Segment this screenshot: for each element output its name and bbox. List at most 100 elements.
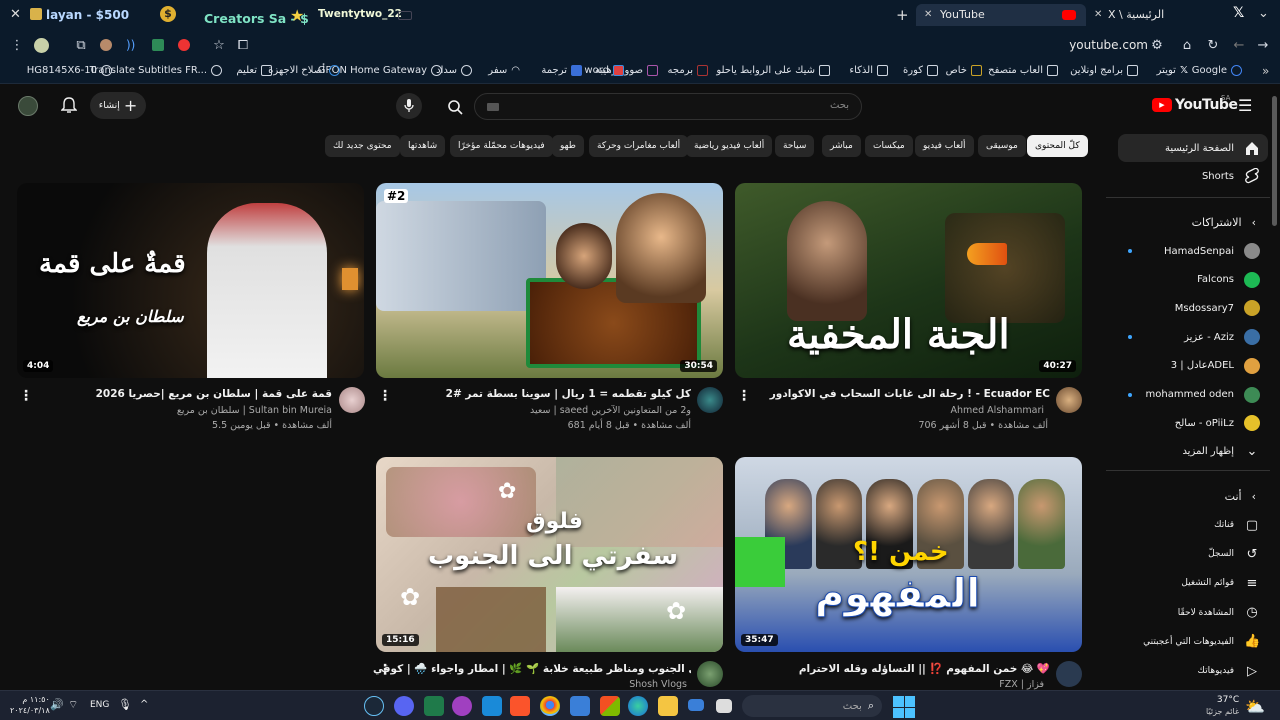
app-icon[interactable] (452, 696, 472, 716)
extensions-icon[interactable]: ⧉ (70, 34, 92, 56)
bookmark-folder[interactable]: خاص (946, 65, 982, 76)
chevron-down-icon[interactable]: ⌄ (1258, 6, 1269, 21)
video-thumbnail[interactable]: #2 30:54 (376, 183, 723, 378)
clock[interactable]: ١١:٥٠ م ٢٠٢٤/٠٣/١٨ (10, 694, 50, 716)
more-options-icon[interactable]: ⋮ (378, 388, 392, 404)
chip[interactable]: محتوى جديد لك (325, 135, 400, 157)
menu-dots-icon[interactable]: ⋮ (6, 34, 28, 56)
bookmark-folder[interactable]: الذكاء (849, 65, 888, 76)
channel-name[interactable]: FZX | فزاز (999, 679, 1044, 690)
voice-search-button[interactable] (396, 93, 422, 119)
extension-green-icon[interactable] (152, 39, 164, 51)
video-title[interactable]: سفرتي الى الجنوب ومناظر طبيعة خلابة 🌱 🌿 … (373, 662, 691, 675)
task-view-icon[interactable] (716, 699, 732, 713)
wifi-extension-icon[interactable]: )) (126, 38, 135, 52)
bookmark-hg[interactable]: HG8145X6-10 (27, 65, 112, 76)
steam-icon[interactable] (364, 696, 384, 716)
bookmark-star-icon[interactable]: ☆ (208, 34, 230, 56)
show-more-button[interactable]: إظهار المزيد ⌄ (1182, 437, 1260, 465)
sidebar-item-you[interactable]: قناتك ▢ (1214, 511, 1260, 539)
weather-widget[interactable]: 37°C غائم جزئيًا ⛅ (1206, 695, 1265, 717)
chip[interactable]: كلّ المحتوى (1027, 135, 1088, 157)
edge-icon[interactable] (628, 696, 648, 716)
install-app-icon[interactable]: ⧠ (232, 34, 254, 56)
sidebar-item-subscription[interactable]: سالح - oPiiLz (1175, 409, 1260, 437)
cloud-app-icon[interactable] (482, 696, 502, 716)
sidebar-item-you[interactable]: فيديوهاتك ▷ (1198, 657, 1260, 685)
sidebar-item-shorts[interactable]: Shorts (1202, 162, 1260, 190)
subscriptions-heading[interactable]: الاشتراكات ‹ (1192, 208, 1256, 236)
chip[interactable]: ألعاب مغامرات وحركة (589, 135, 689, 157)
sidebar-item-subscription[interactable]: عادل | 3ADEL (1171, 352, 1260, 380)
xbox-icon[interactable] (424, 696, 444, 716)
sidebar-item-you[interactable]: الفيديوهات التي أعجبتني 👍 (1143, 628, 1260, 656)
channel-avatar[interactable] (697, 661, 723, 687)
create-button[interactable]: إنشاء + (90, 92, 146, 119)
chip[interactable]: سياحة (775, 135, 815, 157)
sidebar-item-you[interactable]: قوائم التشغيل ≡ (1181, 569, 1260, 597)
channel-avatar[interactable] (697, 387, 723, 413)
tab-close-icon[interactable]: ✕ (1094, 4, 1102, 26)
network-icon[interactable]: ⌔ (68, 698, 78, 712)
video-thumbnail[interactable]: قمةٌ على قمة سلطان بن مريع 4:04 (17, 183, 364, 378)
bookmark-folder[interactable]: برامج اونلاين (1070, 65, 1138, 76)
bookmark-twitter[interactable]: تويتر 𝕏 (1157, 65, 1188, 76)
more-bookmarks-icon[interactable]: » (1262, 64, 1269, 78)
sidebar-item-subscription[interactable]: HamadSenpai (1164, 237, 1260, 265)
tray-expand-icon[interactable]: ^ (140, 699, 148, 710)
channel-avatar[interactable] (339, 387, 365, 413)
extension-red-icon[interactable] (178, 39, 190, 51)
channel-name[interactable]: Shosh Vlogs (629, 679, 687, 690)
tab-x[interactable]: ✕ X \ الرئيسية (1090, 4, 1226, 26)
new-tab-button[interactable]: + (896, 6, 909, 24)
video-title[interactable]: خمن المفهوم ⁉️ || التساؤله وقله الاحترام… (730, 662, 1050, 675)
extension-avatar-icon[interactable] (100, 39, 112, 51)
home-icon[interactable]: ⌂ (1176, 34, 1198, 56)
chip[interactable]: شاهدتها (400, 135, 446, 157)
sidebar-item-subscription[interactable]: Falcons (1197, 266, 1260, 294)
sidebar-item-subscription[interactable]: mohammed oden (1146, 381, 1260, 409)
reload-icon[interactable]: ↻ (1202, 34, 1224, 56)
hamburger-menu-icon[interactable]: ☰ (1238, 96, 1252, 115)
bookmark-folder[interactable]: العاب متصفح (988, 65, 1058, 76)
bookmark-folder[interactable]: كورة (903, 65, 938, 76)
video-thumbnail[interactable]: خمن !؟ المفهوم 35:47 (735, 457, 1082, 652)
chip[interactable]: مباشر (822, 135, 861, 157)
site-settings-icon[interactable]: ⚙ (1146, 34, 1168, 56)
app-icon[interactable] (570, 696, 590, 716)
sidebar-item-subscription[interactable]: Msdossary7 (1175, 294, 1260, 322)
chrome-icon[interactable] (540, 696, 560, 716)
bookmark-google[interactable]: Google (1192, 65, 1242, 76)
discord-icon[interactable] (394, 696, 414, 716)
taskbar-search[interactable]: بحث ⌕ (742, 695, 882, 717)
video-title[interactable]: رحلة الى غابات السحاب في الاكوادور ! - E… (730, 388, 1050, 400)
more-options-icon[interactable]: ⋮ (737, 388, 751, 404)
video-title[interactable]: قمة على قمة | سلطان بن مريع |حصريا 2026 (12, 388, 332, 400)
sidebar-item-you[interactable]: السجلّ ↺ (1208, 540, 1260, 568)
forward-icon[interactable]: ← (1228, 34, 1250, 56)
profile-icon[interactable] (34, 38, 49, 53)
notifications-bell-icon[interactable] (61, 97, 77, 114)
back-icon[interactable]: → (1252, 34, 1274, 56)
channel-name[interactable]: سعيد | saeed و2 من المتعاونين الآخرين (530, 405, 691, 416)
tab-close-icon[interactable]: ✕ (924, 4, 932, 26)
keyboard-icon[interactable] (487, 103, 499, 111)
bookmark-translate[interactable]: ترجمة (541, 65, 582, 76)
search-box[interactable]: بحث (474, 93, 862, 120)
channel-name[interactable]: Ahmed Alshammari (951, 405, 1044, 416)
scrollbar[interactable] (1272, 96, 1277, 226)
store-icon[interactable] (600, 696, 620, 716)
search-button[interactable] (434, 93, 476, 120)
tab-youtube[interactable]: ✕ YouTube (916, 4, 1086, 26)
chip[interactable]: ألعاب فيديو (915, 135, 974, 157)
volume-icon[interactable]: 🔊 (50, 698, 64, 711)
bookmark-repair[interactable]: أصلاح الاجهزة (268, 65, 340, 76)
language-indicator[interactable]: ENG (90, 700, 109, 710)
microphone-icon[interactable]: 🎙 (118, 698, 132, 711)
video-thumbnail[interactable]: الجنة المخفية 40:27 (735, 183, 1082, 378)
bookmark-word[interactable]: word (584, 65, 624, 76)
close-icon[interactable]: ✕ (10, 7, 21, 22)
more-options-icon[interactable]: ⋮ (378, 662, 392, 678)
sidebar-item-subscription[interactable]: عزيز - Aziz (1184, 323, 1260, 351)
bookmark-folder[interactable]: برمجه (668, 65, 708, 76)
